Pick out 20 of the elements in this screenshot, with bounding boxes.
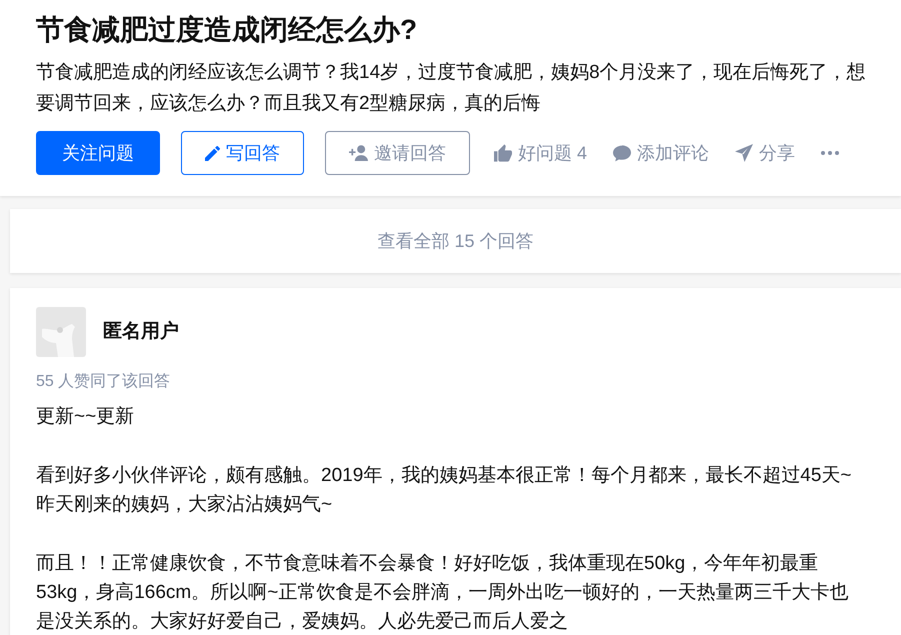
author-name[interactable]: 匿名用户 — [103, 319, 179, 345]
follow-button[interactable]: 关注问题 — [36, 131, 160, 175]
pencil-icon — [205, 146, 220, 160]
write-answer-button[interactable]: 写回答 — [181, 131, 304, 175]
view-all-answers-button[interactable]: 查看全部 15 个回答 — [10, 209, 901, 273]
speech-bubble-icon — [613, 144, 632, 162]
question-detail: 节食减肥造成的闭经应该怎么调节？我14岁，过度节食减肥，姨妈8个月没来了，现在后悔死了，想要调节回来，应该怎么办？而且我又有2型糖尿病，真的后悔 — [36, 61, 867, 116]
add-comment-button[interactable]: 添加评论 — [613, 141, 710, 165]
more-icon[interactable] — [821, 151, 840, 155]
answer-paragraph: 看到好多小伙伴评论，颇有感触。2019年，我的姨妈基本很正常！每个月都来，最长不超过45天~昨天刚来的姨妈，大家沾沾姨妈气~ — [36, 464, 852, 517]
paper-plane-icon — [735, 144, 754, 162]
answer-paragraph: 而且！！正常健康饮食，不节食意味着不会暴食！好好吃饭，我体重现在50kg，今年年初最重53kg，身高166cm。所以啊~正常饮食是不会胖滴，一周外出吃一顿好的，一天热量两三千大卡也是没关系的。大家好好爱自己，爱姨妈。人必先爱己而后人爱之 — [36, 552, 850, 634]
share-button[interactable]: 分享 — [735, 141, 796, 165]
add-person-icon — [349, 145, 368, 161]
good-question-button[interactable]: 好问题 4 — [494, 141, 588, 165]
answer-paragraph: 更新~~更新 — [36, 405, 136, 429]
thumbs-up-icon — [494, 144, 512, 162]
question-title: 节食减肥过度造成闭经怎么办? — [36, 13, 418, 47]
vote-count: 55 人赞同了该回答 — [36, 372, 172, 392]
invite-button[interactable]: 邀请回答 — [325, 131, 470, 175]
